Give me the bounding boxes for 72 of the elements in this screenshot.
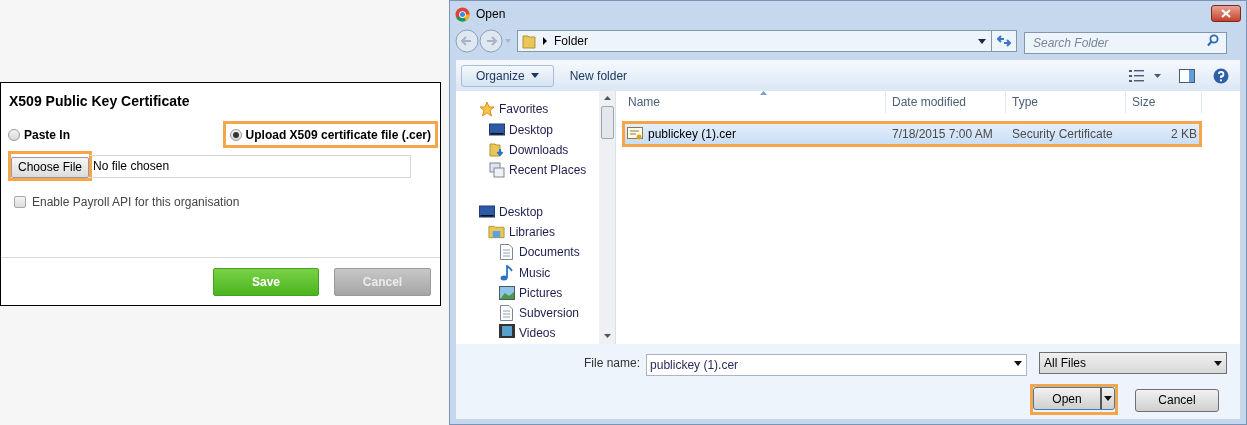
caret-icon [530,73,539,78]
picture-icon [498,286,515,301]
file-name-label: File name: [584,355,641,372]
file-type-text: All Files [1044,355,1087,372]
column-header[interactable]: Size [1126,91,1202,113]
file-row[interactable]: publickey (1).cer 7/18/2015 7:00 AM Security Certificate 2 KB [622,121,1202,147]
view-options-icon[interactable] [1129,69,1161,82]
radio-button[interactable] [229,128,242,141]
address-text: Folder [554,33,588,50]
dropdown-arrow-icon[interactable] [978,38,986,44]
checkbox[interactable] [14,196,26,208]
nav-item[interactable]: Favorites [499,100,549,119]
nav-item[interactable]: Pictures [519,284,563,303]
new-folder-button[interactable]: New folder [569,66,628,85]
radio-option[interactable]: Upload X509 certificate file (.cer) [222,121,438,148]
document-icon [500,305,513,322]
file-type-select[interactable]: All Files [1039,352,1228,374]
window-title: Open [476,6,506,23]
music-note-icon [500,264,513,281]
browser-logo-icon [455,6,470,22]
dropdown-arrow-icon[interactable] [1014,361,1023,366]
document-icon [500,244,513,261]
nav-item[interactable]: Desktop [509,120,554,139]
dropdown-arrow-icon [1214,360,1223,366]
address-bar[interactable]: Folder [517,30,1017,52]
choose-file-button[interactable]: Choose File [11,156,90,178]
nav-item[interactable]: Recent Places [509,161,587,180]
column-header[interactable]: Type [1006,91,1126,113]
sort-arrow-icon [760,91,767,95]
search-field[interactable]: Search Folder [1024,32,1227,54]
scroll-thumb[interactable] [600,106,614,139]
nav-item[interactable]: Videos [519,323,556,342]
file-status-text: No file chosen [89,154,412,178]
nav-item[interactable]: Downloads [509,140,569,159]
monitor-icon [478,204,495,219]
file-name-field[interactable]: publickey (1).cer [646,354,1028,376]
nav-item[interactable]: Desktop [499,202,544,221]
organize-button[interactable]: Organize [461,64,554,87]
preview-pane-icon[interactable] [1179,68,1195,83]
close-icon [1221,8,1231,18]
radio-option[interactable]: Paste In [1,121,78,148]
nav-item[interactable]: Subversion [519,304,580,323]
refresh-icon [997,35,1011,47]
table-cell-text: Security Certificate [1012,126,1113,143]
breadcrumb-arrow-icon [542,37,548,45]
search-icon [1207,34,1219,47]
nav-item[interactable]: Music [519,263,551,282]
table-cell-text: 7/18/2015 7:00 AM [892,126,993,143]
checkbox-label: Enable Payroll API for this organisation [32,194,240,211]
folder-icon [488,224,505,239]
film-icon [498,323,515,338]
nav-item[interactable]: Documents [519,243,580,262]
folder-download-icon [488,141,505,158]
scroll-up-icon[interactable] [603,96,611,100]
windows-icon [488,162,505,179]
table-cell-text: 2 KB [1171,126,1197,143]
column-header[interactable]: Date modified [886,91,1006,113]
close-button[interactable] [1211,4,1241,22]
certificate-icon [627,127,643,141]
monitor-icon [488,122,505,137]
help-icon[interactable] [1213,67,1229,84]
scroll-down-icon[interactable] [603,334,611,338]
panel-title: X509 Public Key Certificate [9,92,191,111]
nav-item[interactable]: Libraries [509,222,556,241]
table-cell-text: publickey (1).cer [648,126,737,143]
folder-icon [522,33,536,49]
star-icon [478,101,495,118]
caret-icon [1104,396,1112,401]
split-dropdown-button[interactable] [1100,388,1114,409]
radio-button[interactable] [8,128,20,141]
cancel-button[interactable]: Cancel [1135,388,1219,412]
scrollbar[interactable] [599,91,615,344]
